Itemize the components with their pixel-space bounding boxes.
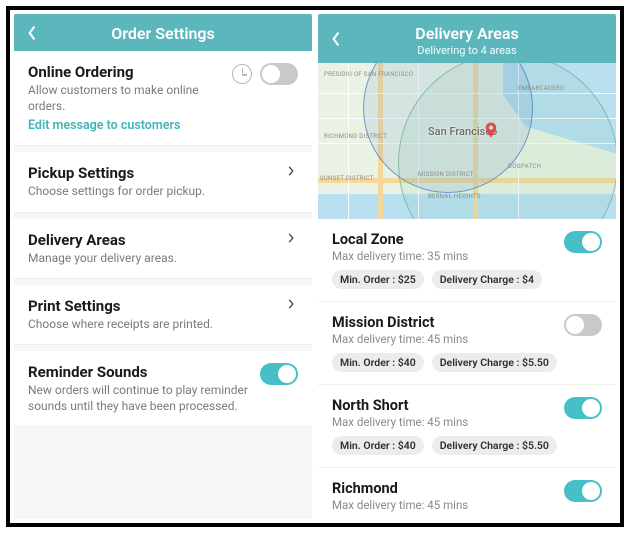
page-subtitle: Delivering to 4 areas [328, 44, 606, 57]
settings-row[interactable]: Pickup SettingsChoose settings for order… [14, 152, 312, 212]
min-order-chip: Min. Order : $40 [332, 353, 424, 372]
area-name: Mission District [332, 314, 556, 331]
header: Delivery Areas Delivering to 4 areas [318, 14, 616, 63]
row-description: Choose where receipts are printed. [28, 316, 276, 332]
area-toggle[interactable] [564, 480, 602, 502]
chevron-right-icon [284, 231, 298, 245]
map-neighborhood-label: BERNAL HEIGHTS [428, 193, 481, 200]
area-toggle[interactable] [564, 397, 602, 419]
area-subtitle: Max delivery time: 45 mins [332, 498, 556, 512]
area-subtitle: Max delivery time: 35 mins [332, 249, 556, 263]
area-name: Richmond [332, 480, 556, 497]
chevron-right-icon [284, 164, 298, 178]
delivery-areas-screen: Delivery Areas Delivering to 4 areas San… [318, 14, 616, 519]
delivery-charge-chip: Delivery Charge : $5.50 [432, 353, 557, 372]
map-neighborhood-label: PRESIDIO OF SAN FRANCISCO [324, 71, 413, 78]
area-subtitle: Max delivery time: 45 mins [332, 415, 556, 429]
settings-row[interactable]: Print SettingsChoose where receipts are … [14, 285, 312, 345]
area-subtitle: Max delivery time: 45 mins [332, 332, 556, 346]
page-title: Order Settings [24, 24, 302, 43]
map-neighborhood-label: SUNSET DISTRICT [320, 175, 374, 182]
min-order-chip: Min. Order : $25 [332, 270, 424, 289]
row-description: Manage your delivery areas. [28, 250, 276, 266]
area-toggle[interactable] [564, 231, 602, 253]
delivery-area-item[interactable]: Local ZoneMax delivery time: 35 mins Min.… [318, 219, 616, 302]
row-title: Pickup Settings [28, 164, 276, 182]
order-settings-screen: Order Settings Online OrderingAllow cust… [14, 14, 312, 519]
row-title: Online Ordering [28, 63, 224, 81]
toggle[interactable] [260, 63, 298, 85]
settings-row: Reminder SoundsNew orders will continue … [14, 351, 312, 427]
map-pin-icon [482, 121, 500, 139]
screenshot-pair: Order Settings Online OrderingAllow cust… [6, 6, 624, 527]
delivery-charge-chip: Delivery Charge : $5.50 [432, 436, 557, 455]
page-title: Delivery Areas [328, 24, 606, 43]
row-description: Allow customers to make online orders. [28, 82, 224, 114]
row-description: New orders will continue to play reminde… [28, 382, 252, 414]
map-neighborhood-label: EMBARCADERO [518, 85, 564, 92]
area-name: Local Zone [332, 231, 556, 248]
min-order-chip: Min. Order : $40 [332, 436, 424, 455]
row-description: Choose settings for order pickup. [28, 183, 276, 199]
edit-message-link[interactable]: Edit message to customers [28, 118, 180, 133]
row-title: Delivery Areas [28, 231, 276, 249]
row-title: Print Settings [28, 297, 276, 315]
area-toggle[interactable] [564, 314, 602, 336]
delivery-area-item[interactable]: Mission DistrictMax delivery time: 45 mi… [318, 302, 616, 385]
settings-list: Online OrderingAllow customers to make o… [14, 51, 312, 519]
delivery-areas-list: Local ZoneMax delivery time: 35 mins Min.… [318, 219, 616, 519]
header: Order Settings [14, 14, 312, 51]
delivery-area-item[interactable]: North ShortMax delivery time: 45 mins Min… [318, 385, 616, 468]
toggle[interactable] [260, 363, 298, 385]
map-neighborhood-label: RICHMOND DISTRICT [324, 133, 387, 140]
settings-row[interactable]: Delivery AreasManage your delivery areas… [14, 219, 312, 279]
delivery-area-item[interactable]: RichmondMax delivery time: 45 minsMin. O… [318, 468, 616, 519]
content: San Francisco PRESIDIO OF SAN FRANCISCO … [318, 63, 616, 519]
map-neighborhood-label: DOGPATCH [508, 163, 541, 170]
map-neighborhood-label: MISSION DISTRICT [418, 171, 474, 178]
map[interactable]: San Francisco PRESIDIO OF SAN FRANCISCO … [318, 63, 616, 219]
clock-icon[interactable] [232, 64, 252, 84]
delivery-charge-chip: Delivery Charge : $4 [432, 270, 542, 289]
row-title: Reminder Sounds [28, 363, 252, 381]
area-name: North Short [332, 397, 556, 414]
chevron-left-icon [27, 25, 37, 41]
settings-row: Online OrderingAllow customers to make o… [14, 51, 312, 146]
chevron-right-icon [284, 297, 298, 311]
back-button[interactable] [22, 23, 42, 43]
